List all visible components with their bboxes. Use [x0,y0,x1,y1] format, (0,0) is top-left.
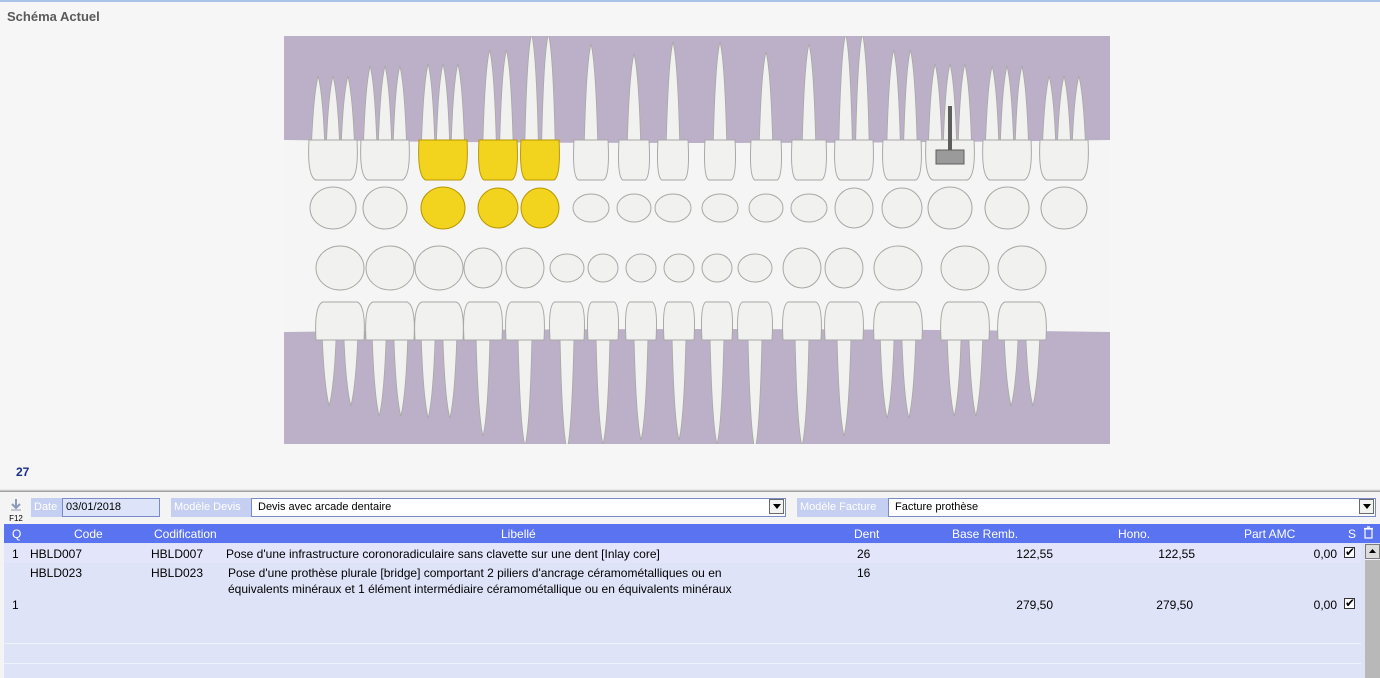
tooth-17[interactable] [360,65,410,230]
cell-part-amc: 0,00 [1313,547,1337,561]
col-base-remb[interactable]: Base Remb. [952,527,1018,541]
cell-hono: 279,50 [1156,598,1193,612]
dental-chart-panel: Schéma Actuel 27 [0,0,1380,490]
post-icon [948,106,952,154]
cell-part-amc: 0,00 [1313,598,1337,612]
cell-libelle: Pose d'une infrastructure coronoradicula… [226,547,660,561]
cell-base-remb: 122,55 [1016,547,1053,561]
cell-codification: HBLD023 [151,566,204,580]
cell-base-remb: 279,50 [1016,598,1053,612]
lower-gum [284,329,1110,444]
tooth-chart[interactable] [284,36,1110,444]
facture-model-value: Facture prothèse [895,501,979,513]
cell-q: 1 [12,598,19,612]
export-icon[interactable]: F12 [7,498,25,523]
row-checkbox[interactable]: ✔ [1344,546,1355,558]
cell-dent: 16 [857,566,871,580]
cell-codification: HBLD007 [151,547,204,561]
cell-q: 1 [12,547,19,561]
table-row[interactable]: HBLD023 HBLD023 Pose d'une prothèse plur… [4,564,1361,642]
tooth-13-occlusal [572,193,610,223]
splitter[interactable] [0,489,1380,492]
facture-model-label: Modèle Facture [797,498,888,517]
tooth-16[interactable] [418,63,468,230]
scroll-thumb[interactable] [1365,560,1380,678]
col-s[interactable]: S [1348,527,1356,541]
chevron-down-icon [772,504,781,509]
devis-dropdown-button[interactable] [769,499,784,514]
empty-row[interactable] [4,644,1361,663]
devis-model-label: Modèle Devis [171,498,251,517]
devis-model-select[interactable]: Devis avec arcade dentaire [251,498,786,517]
tooth-22-occlusal [748,193,784,223]
export-key-label: F12 [9,514,23,523]
facture-model-select[interactable]: Facture prothèse [888,498,1376,517]
scroll-up-button[interactable] [1365,544,1380,559]
tooth-11-occlusal [654,193,692,223]
table-row[interactable]: 1 HBLD007 HBLD007 Pose d'une infrastruct… [4,544,1361,563]
tooth-28-occlusal [1040,186,1088,230]
tooth-26-occlusal [927,186,973,230]
tooth-21-occlusal [701,193,739,223]
chevron-down-icon [1362,504,1371,509]
tooth-17-occlusal [362,186,408,230]
tooth-26[interactable] [925,63,975,230]
col-q[interactable]: Q [12,527,21,541]
tooth-12-occlusal [616,193,652,223]
row-checkbox[interactable]: ✔ [1344,597,1355,609]
cell-libelle-line2: équivalents minéraux et 1 élément interm… [228,582,732,596]
facture-dropdown-button[interactable] [1359,499,1374,514]
col-hono[interactable]: Hono. [1118,527,1150,541]
col-codification[interactable]: Codification [154,527,217,541]
tooth-24-occlusal [834,187,874,229]
cell-libelle: Pose d'une prothèse plurale [bridge] com… [228,566,722,580]
tooth-27-occlusal [984,186,1030,230]
document-toolbar: F12 Date 03/01/2018 Modèle Devis Devis a… [0,496,1380,523]
tooth-28[interactable] [1039,75,1089,230]
cell-dent: 26 [857,547,871,561]
table-header: Q Code Codification Libellé Dent Base Re… [4,524,1380,543]
col-dent[interactable]: Dent [854,527,879,541]
tooth-14-occlusal [520,187,560,229]
cell-hono: 122,55 [1158,547,1195,561]
col-part-amc[interactable]: Part AMC [1244,527,1295,541]
cell-code: HBLD007 [30,547,83,561]
tooth-27[interactable] [982,65,1032,230]
date-field[interactable]: 03/01/2018 [62,498,160,517]
cell-code: HBLD023 [30,566,83,580]
tooth-25-occlusal [881,187,923,229]
tooth-15-occlusal [477,187,519,229]
tooth-23-occlusal [790,193,828,223]
selected-tooth-count: 27 [16,465,30,479]
table-scrollbar[interactable] [1365,544,1380,678]
tooth-18-occlusal [309,186,357,230]
panel-title: Schéma Actuel [7,9,100,24]
acts-table: Q Code Codification Libellé Dent Base Re… [4,524,1380,678]
devis-model-value: Devis avec arcade dentaire [258,501,392,513]
tooth-16-occlusal [420,186,466,230]
trash-icon[interactable] [1363,526,1374,542]
tooth-18[interactable] [308,75,358,230]
col-libelle[interactable]: Libellé [501,527,536,541]
col-code[interactable]: Code [74,527,103,541]
date-label: Date [31,498,62,517]
empty-row[interactable] [4,664,1361,678]
